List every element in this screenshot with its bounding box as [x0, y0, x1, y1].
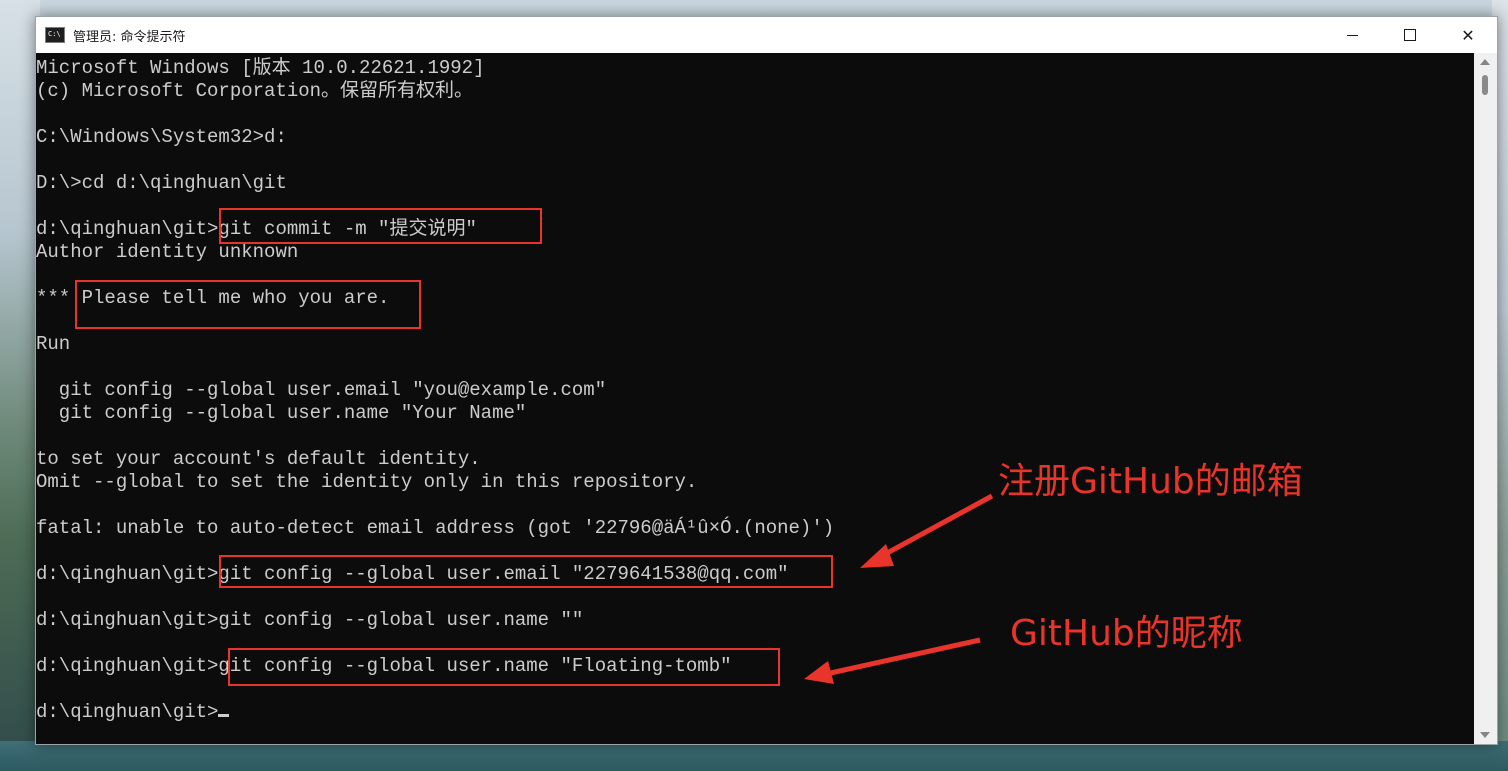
- maximize-icon: [1404, 29, 1416, 41]
- console-line: Microsoft Windows [版本 10.0.22621.1992]: [36, 57, 485, 79]
- annotation-email-label: 注册GitHub的邮箱: [998, 461, 1303, 502]
- console-line: git config --global user.email "you@exam…: [36, 379, 607, 401]
- annotation-nickname-label: GitHub的昵称: [1010, 613, 1243, 654]
- close-icon: ✕: [1461, 25, 1475, 45]
- console-line: (c) Microsoft Corporation。保留所有权利。: [36, 80, 474, 102]
- console-line: to set your account's default identity.: [36, 448, 481, 470]
- console-line: git config --global user.name "Your Name…: [36, 402, 527, 424]
- highlight-identity-prompt: [75, 280, 421, 329]
- window-title: 管理员: 命令提示符: [73, 29, 186, 45]
- desktop-wallpaper-bottom: [0, 741, 1508, 771]
- console-prompt-line[interactable]: d:\qinghuan\git>: [36, 701, 834, 724]
- desktop-wallpaper-left: [0, 0, 40, 771]
- console-line: D:\>cd d:\qinghuan\git: [36, 172, 287, 194]
- title-bar[interactable]: C:\ 管理员: 命令提示符 ✕: [36, 17, 1497, 53]
- highlight-name-command: [228, 648, 780, 686]
- scroll-down-arrow-icon[interactable]: [1480, 732, 1490, 738]
- highlight-commit-command: [219, 208, 542, 244]
- console-prompt: d:\qinghuan\git>: [36, 701, 219, 723]
- window-controls: ✕: [1323, 17, 1497, 53]
- console-line: C:\Windows\System32>d:: [36, 126, 287, 148]
- minimize-icon: [1346, 34, 1358, 36]
- maximize-button[interactable]: [1381, 17, 1439, 53]
- close-button[interactable]: ✕: [1439, 17, 1497, 53]
- console-line: Author identity unknown: [36, 241, 299, 263]
- console-line: Run: [36, 333, 71, 355]
- scroll-up-arrow-icon[interactable]: [1480, 59, 1490, 65]
- console-output[interactable]: Microsoft Windows [版本 10.0.22621.1992] (…: [36, 53, 1474, 744]
- minimize-button[interactable]: [1323, 17, 1381, 53]
- vertical-scrollbar[interactable]: [1474, 53, 1497, 744]
- cmd-window: C:\ 管理员: 命令提示符 ✕ Microsoft Windows [版本 1…: [35, 16, 1498, 745]
- console-line: Omit --global to set the identity only i…: [36, 471, 698, 493]
- highlight-email-command: [219, 555, 833, 588]
- cmd-icon: C:\: [45, 27, 65, 43]
- text-cursor: [218, 714, 230, 717]
- console-line: d:\qinghuan\git>git config --global user…: [36, 609, 584, 631]
- console-lines: Microsoft Windows [版本 10.0.22621.1992] (…: [36, 57, 834, 724]
- scroll-thumb[interactable]: [1482, 75, 1488, 95]
- console-line: fatal: unable to auto-detect email addre…: [36, 517, 835, 539]
